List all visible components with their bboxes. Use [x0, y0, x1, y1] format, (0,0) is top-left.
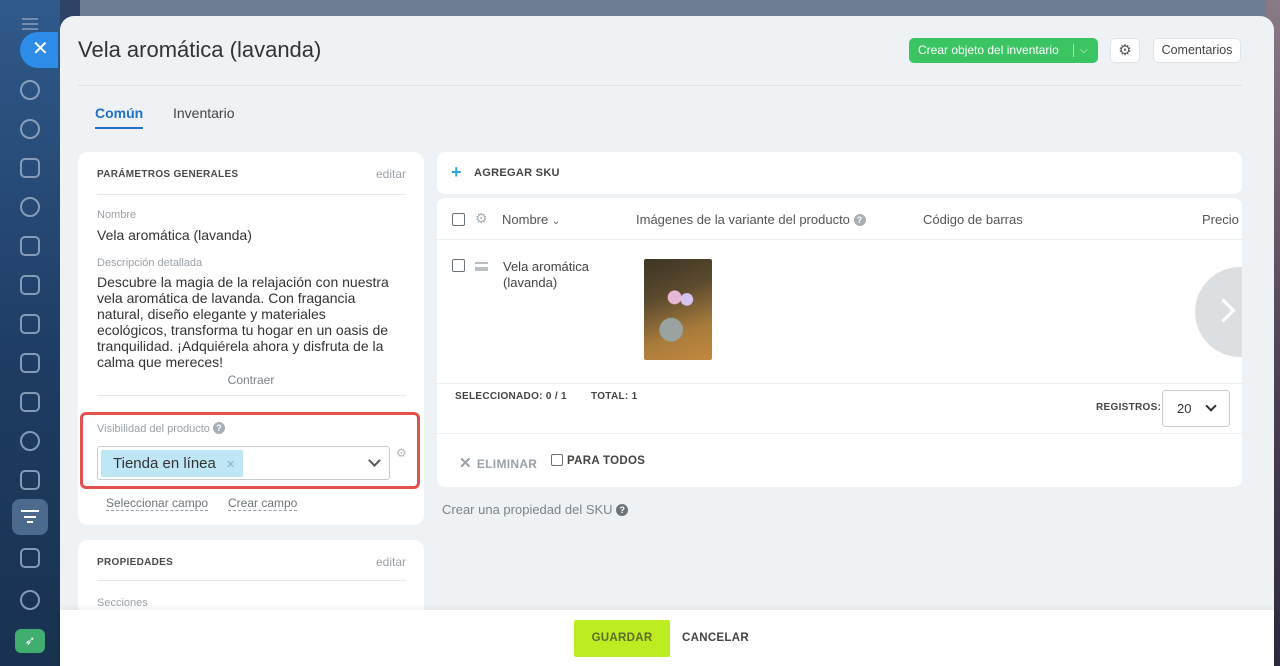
for-all-checkbox[interactable]: PARA TODOS [551, 454, 645, 467]
field-settings-icon[interactable]: ⚙ [396, 446, 407, 460]
add-sku-bar[interactable]: + AGREGAR SKU [437, 152, 1242, 194]
sections-label: Secciones [97, 597, 148, 609]
inventory-menu-item[interactable] [12, 499, 48, 535]
product-image[interactable] [644, 259, 712, 360]
name-value: Vela aromática (lavanda) [97, 227, 252, 243]
filter-icon [21, 510, 39, 524]
add-sku-label: AGREGAR SKU [474, 167, 560, 179]
card-divider [97, 395, 406, 396]
contacts-icon[interactable] [20, 431, 40, 451]
visibility-select[interactable]: Tienda en línea ✕ [97, 446, 390, 480]
help-icon[interactable]: ? [616, 504, 629, 516]
create-field-link[interactable]: Crear campo [228, 496, 298, 511]
select-all-checkbox[interactable] [452, 213, 465, 226]
settings-icon[interactable] [20, 590, 40, 610]
column-header-price[interactable]: Precio [1202, 212, 1239, 227]
column-header-name[interactable]: Nombre ⌄ [502, 212, 560, 227]
records-select[interactable]: 20 [1162, 390, 1230, 427]
row-divider [437, 383, 1242, 384]
chip-label: Tienda en línea [113, 455, 216, 472]
records-label: REGISTROS: [1096, 402, 1162, 413]
robot-icon[interactable] [20, 548, 40, 568]
visibility-chip: Tienda en línea ✕ [101, 450, 244, 479]
plus-icon: + [451, 162, 462, 182]
menu-icon[interactable] [22, 18, 38, 30]
row-checkbox[interactable] [452, 259, 465, 272]
row-product-name[interactable]: Vela aromática (lavanda) [503, 259, 613, 291]
description-label: Descripción detallada [97, 257, 203, 269]
chevron-down-icon [1205, 400, 1217, 412]
column-header-images[interactable]: Imágenes de la variante del producto ? [636, 212, 866, 227]
card-heading: PARÁMETROS GENERALES [97, 169, 239, 180]
close-icon: ✕ [459, 455, 472, 472]
calendar-icon[interactable] [20, 236, 40, 256]
header-divider [78, 85, 1242, 86]
selected-count: SELECCIONADO: 0 / 1 [455, 391, 567, 402]
tab-comun[interactable]: Común [95, 105, 144, 129]
page-title: Vela aromática (lavanda) [78, 37, 322, 62]
help-icon[interactable]: ? [853, 214, 866, 226]
close-slider-button[interactable]: ✕ [20, 32, 58, 68]
remove-chip-icon[interactable]: ✕ [226, 452, 235, 479]
cancel-button[interactable]: CANCELAR [682, 632, 749, 644]
left-sidebar: ✕ ➶ [0, 0, 60, 666]
sort-chevron-icon: ⌄ [551, 216, 561, 227]
documents-icon[interactable] [20, 275, 40, 295]
description-value: Descubre la magia de la relajación con n… [97, 274, 389, 370]
mail-icon[interactable] [20, 392, 40, 412]
chevron-down-icon[interactable] [368, 454, 381, 467]
checkbox[interactable] [551, 454, 563, 466]
card-divider [97, 194, 406, 195]
create-inventory-label: Crear objeto del inventario [918, 43, 1059, 57]
sku-grid: ⚙ Nombre ⌄ Imágenes de la variante del p… [437, 198, 1242, 487]
footer-divider [437, 433, 1242, 434]
card-heading: PROPIEDADES [97, 557, 174, 568]
action-footer: GUARDAR CANCELAR [60, 610, 1274, 666]
card-divider [97, 580, 406, 581]
records-value: 20 [1177, 401, 1192, 416]
column-settings-icon[interactable]: ⚙ [475, 210, 488, 227]
sites-icon[interactable] [20, 314, 40, 334]
rocket-icon[interactable]: ➶ [15, 629, 45, 653]
chat-icon[interactable] [20, 119, 40, 139]
create-sku-property-link[interactable]: Crear una propiedad del SKU ? [442, 502, 629, 517]
edit-link[interactable]: editar [376, 555, 406, 569]
column-header-barcode[interactable]: Código de barras [923, 212, 1023, 227]
payments-icon[interactable] [20, 353, 40, 373]
comments-button[interactable]: Comentarios [1153, 38, 1241, 63]
gear-icon[interactable]: ⚙ [1110, 38, 1140, 63]
tab-inventario[interactable]: Inventario [173, 105, 234, 121]
create-inventory-button[interactable]: Crear objeto del inventario ⌵ [909, 38, 1098, 63]
button-divider [1073, 44, 1074, 57]
edit-link[interactable]: editar [376, 167, 406, 181]
chevron-down-icon[interactable]: ⌵ [1080, 38, 1088, 63]
select-field-link[interactable]: Seleccionar campo [106, 496, 209, 511]
name-label: Nombre [97, 209, 137, 221]
drag-handle-icon[interactable] [475, 262, 488, 271]
header-divider [437, 239, 1242, 240]
total-count: TOTAL: 1 [591, 391, 638, 402]
save-button[interactable]: GUARDAR [574, 620, 670, 657]
feed-icon[interactable] [20, 80, 40, 100]
crm-icon[interactable] [20, 197, 40, 217]
tasks-icon[interactable] [20, 158, 40, 178]
delete-button[interactable]: ✕ ELIMINAR [459, 454, 537, 472]
checklist-icon[interactable] [20, 470, 40, 490]
scroll-right-button[interactable] [1195, 267, 1242, 357]
collapse-link[interactable]: Contraer [78, 373, 424, 387]
